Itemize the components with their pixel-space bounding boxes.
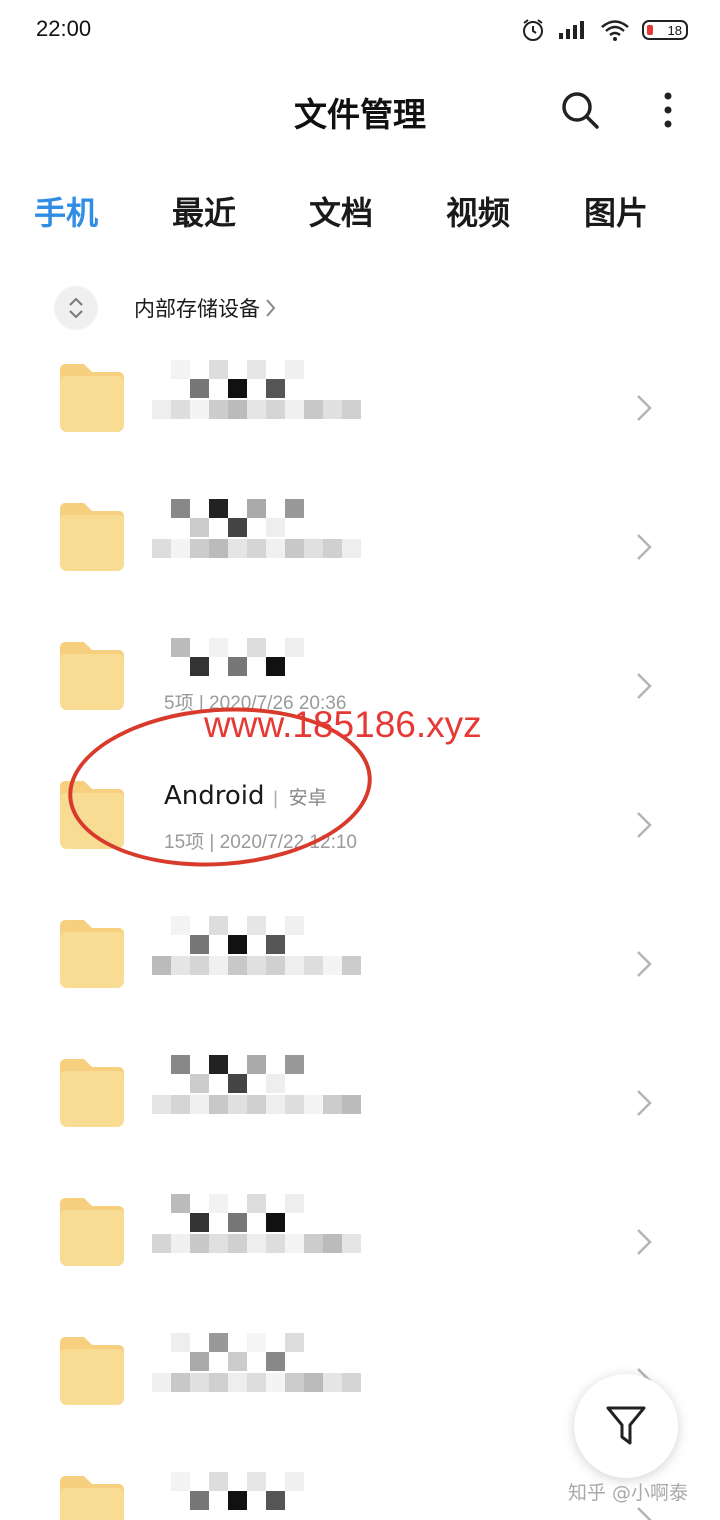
breadcrumb: 内部存储设备 <box>54 286 278 330</box>
tab-phone[interactable]: 手机 <box>34 188 98 234</box>
chevron-right-icon <box>637 395 652 421</box>
folder-icon <box>60 364 124 432</box>
chevron-right-icon <box>637 951 652 977</box>
folder-row[interactable] <box>0 477 720 616</box>
more-button[interactable] <box>648 86 688 134</box>
battery-icon: 18 <box>642 20 688 40</box>
category-tabs: 手机 最近 文档 视频 图片 <box>0 188 720 248</box>
tab-videos[interactable]: 视频 <box>446 188 510 234</box>
tab-images[interactable]: 图片 <box>584 188 648 234</box>
folder-row[interactable] <box>0 338 720 477</box>
tab-documents[interactable]: 文档 <box>309 188 373 234</box>
folder-row[interactable] <box>0 894 720 1033</box>
signal-icon <box>559 21 584 39</box>
filter-icon <box>606 1406 646 1445</box>
chevron-right-icon <box>637 1090 652 1116</box>
breadcrumb-internal-storage[interactable]: 内部存储设备 <box>134 293 260 323</box>
status-icons: 18 <box>520 14 688 46</box>
folder-icon <box>60 503 124 571</box>
chevron-right-icon <box>637 534 652 560</box>
chevron-right-icon <box>637 1229 652 1255</box>
collapse-button[interactable] <box>54 286 98 330</box>
more-vertical-icon <box>664 92 672 128</box>
tab-recent[interactable]: 最近 <box>172 188 236 234</box>
page-title: 文件管理 <box>294 95 426 134</box>
filter-button[interactable] <box>574 1374 678 1478</box>
chevron-right-icon <box>637 673 652 699</box>
app-header: 文件管理 <box>0 70 720 150</box>
search-button[interactable] <box>556 86 604 134</box>
chevron-right-icon <box>266 299 276 317</box>
folder-icon <box>60 920 124 988</box>
folder-icon <box>60 1198 124 1266</box>
folder-row[interactable] <box>0 1033 720 1172</box>
alarm-icon <box>523 19 543 41</box>
search-icon <box>562 92 599 129</box>
folder-icon <box>60 1059 124 1127</box>
wifi-icon <box>601 20 629 41</box>
expand-collapse-icon <box>69 297 83 319</box>
watermark-text: www.185186.xyz <box>204 704 482 745</box>
folder-icon <box>60 1337 124 1405</box>
folder-row[interactable] <box>0 1172 720 1311</box>
footer-credit: 知乎 @小啊泰 <box>568 1482 689 1504</box>
status-bar: 22:00 18 <box>0 0 720 60</box>
battery-level: 18 <box>667 22 682 38</box>
chevron-right-icon <box>637 812 652 838</box>
folder-icon <box>60 642 124 710</box>
folder-icon <box>60 1476 124 1520</box>
status-time: 22:00 <box>36 16 92 41</box>
